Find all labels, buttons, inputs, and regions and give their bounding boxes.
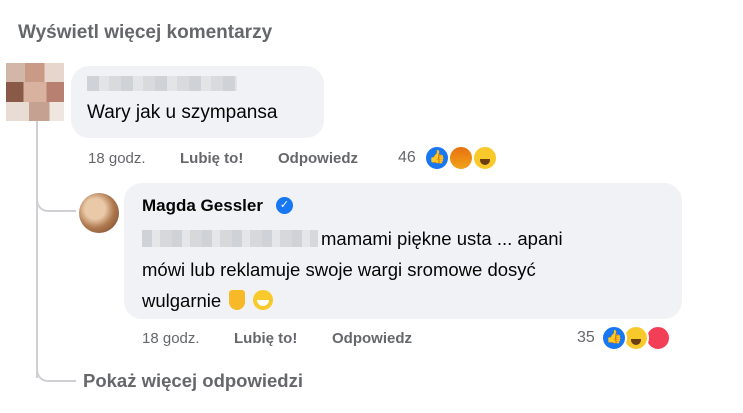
author-name[interactable]: Magda Gessler — [142, 196, 263, 216]
reply-timestamp[interactable]: 18 godz. — [142, 330, 200, 347]
reply-text-line: mówi lub reklamuje swoje wargi sromowe d… — [142, 259, 536, 280]
reaction-summary[interactable]: 35 — [577, 325, 687, 351]
reply-text-line: mamami piękne usta ... apani — [321, 228, 563, 249]
reply-text-line: wulgarnie — [142, 290, 222, 311]
comment-timestamp[interactable]: 18 godz. — [88, 150, 146, 167]
blurred-mention[interactable] — [142, 230, 318, 247]
reaction-count: 35 — [577, 329, 595, 346]
avatar[interactable] — [79, 193, 119, 233]
like-reaction-icon — [601, 325, 627, 351]
reaction-summary[interactable]: 46 — [398, 145, 508, 171]
comment-text: Wary jak u szympansa — [87, 102, 278, 123]
thumbs-down-icon — [229, 290, 246, 310]
thread-line — [36, 120, 38, 378]
reply-button[interactable]: Odpowiedz — [278, 150, 358, 167]
reply-text: mamami piękne usta ... apani mówi lub re… — [142, 223, 662, 316]
like-button[interactable]: Lubię to! — [234, 330, 297, 347]
thread-connector — [36, 360, 76, 382]
avatar[interactable] — [6, 63, 64, 121]
reaction-count: 46 — [398, 149, 416, 166]
show-more-replies-link[interactable]: Pokaż więcej odpowiedzi — [83, 370, 303, 392]
thread-connector — [36, 188, 76, 212]
like-button[interactable]: Lubię to! — [180, 150, 243, 167]
reply-bubble: Magda Gessler ✓ mamami piękne usta ... a… — [124, 183, 682, 319]
haha-reaction-icon — [472, 145, 498, 171]
like-reaction-icon — [424, 145, 450, 171]
view-more-comments-link[interactable]: Wyświetl więcej komentarzy — [18, 22, 272, 44]
angry-reaction-icon — [448, 145, 474, 171]
blurred-author-name[interactable] — [87, 76, 237, 91]
verified-badge-icon: ✓ — [276, 197, 293, 214]
reply-button[interactable]: Odpowiedz — [332, 330, 412, 347]
grinning-face-icon — [253, 290, 274, 310]
comment-bubble: Wary jak u szympansa — [71, 66, 324, 138]
